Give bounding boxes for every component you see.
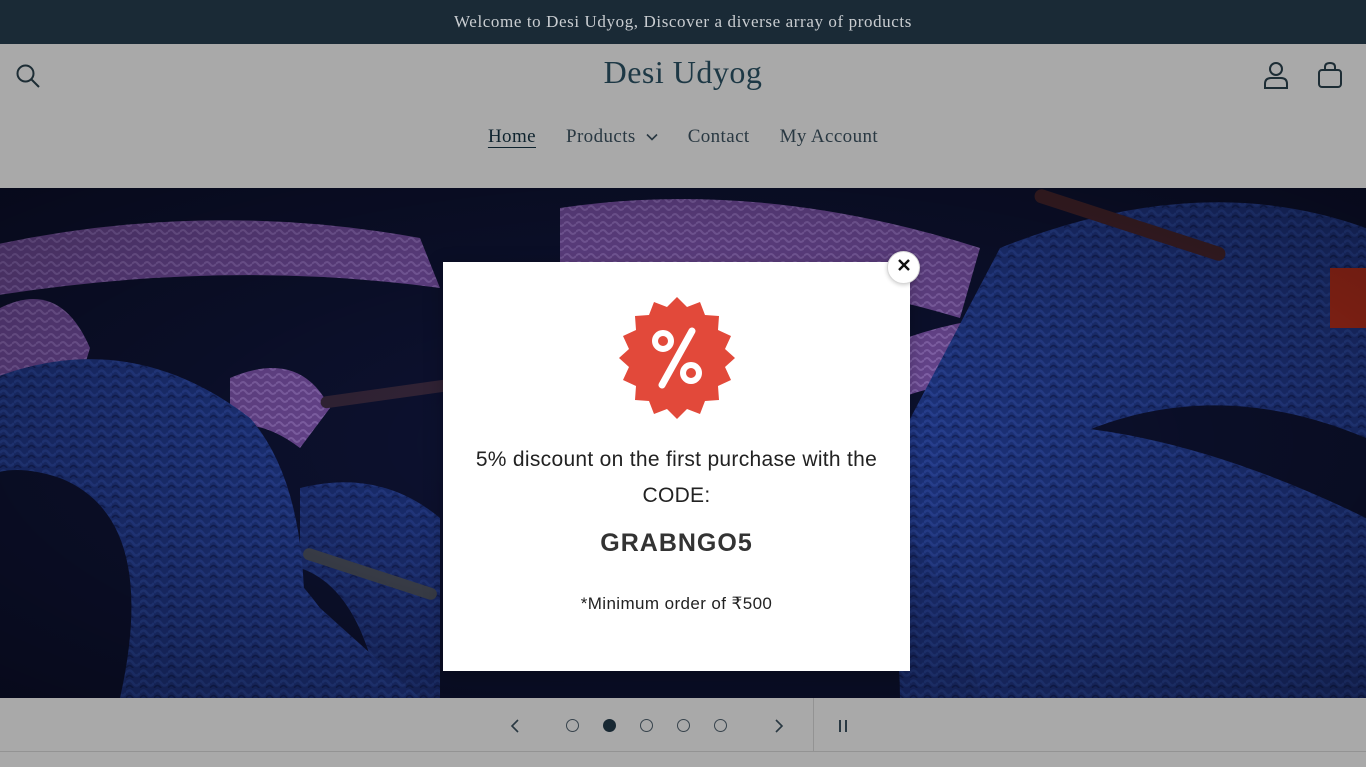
slide-dot-4[interactable] xyxy=(677,719,690,732)
nav-item-home[interactable]: Home xyxy=(488,126,536,148)
announcement-text: Welcome to Desi Udyog, Discover a divers… xyxy=(454,12,912,31)
slide-dot-3[interactable] xyxy=(640,719,653,732)
site-logo[interactable]: Desi Udyog xyxy=(0,54,1366,91)
announcement-bar: Welcome to Desi Udyog, Discover a divers… xyxy=(0,0,1366,44)
page-below-fold xyxy=(0,752,1366,767)
nav-label-my-account: My Account xyxy=(779,126,879,147)
slide-dot-2[interactable] xyxy=(603,719,616,732)
discount-popup: 5% discount on the first purchase with t… xyxy=(443,262,910,671)
chevron-left-icon[interactable] xyxy=(502,713,528,739)
close-popup-button[interactable] xyxy=(887,251,920,284)
nav-label-home: Home xyxy=(487,126,536,147)
nav-label-contact: Contact xyxy=(687,126,750,147)
chevron-right-icon[interactable] xyxy=(766,713,792,739)
nav-item-contact[interactable]: Contact xyxy=(688,126,750,148)
account-icon[interactable] xyxy=(1260,59,1292,91)
discount-message: 5% discount on the first purchase with t… xyxy=(475,448,878,507)
percent-badge-icon xyxy=(614,295,740,421)
site-header: Desi Udyog Home Products Contact My Acco… xyxy=(0,44,1366,188)
slide-dot-5[interactable] xyxy=(714,719,727,732)
close-icon xyxy=(897,258,911,277)
nav-item-my-account[interactable]: My Account xyxy=(780,126,878,148)
chevron-down-icon xyxy=(646,133,658,141)
cart-icon[interactable] xyxy=(1314,59,1346,91)
discount-code: GRABNGO5 xyxy=(600,529,753,557)
slide-dot-1[interactable] xyxy=(566,719,579,732)
nav-item-products[interactable]: Products xyxy=(566,126,658,148)
slider-divider xyxy=(813,698,814,752)
nav-label-products: Products xyxy=(565,126,636,147)
main-nav: Home Products Contact My Account xyxy=(0,126,1366,148)
minimum-order-note: *Minimum order of ₹500 xyxy=(580,594,773,613)
pause-icon[interactable] xyxy=(830,713,856,739)
slideshow-controls xyxy=(0,698,1366,752)
